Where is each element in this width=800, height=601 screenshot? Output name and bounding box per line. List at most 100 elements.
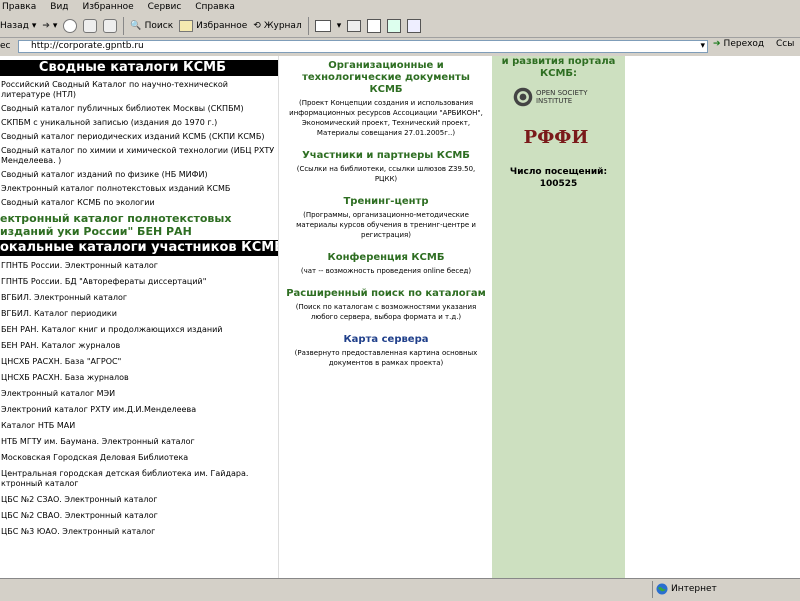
- favorites-icon: [179, 19, 194, 32]
- go-button-label: Переход: [723, 39, 765, 49]
- favorites-button[interactable]: Избранное: [179, 19, 248, 32]
- status-panel-divider: [652, 581, 653, 598]
- summary-catalog-link[interactable]: Сводный каталог периодических изданий КС…: [0, 132, 278, 142]
- section-documents: Организационные и технологические докуме…: [285, 60, 487, 138]
- local-catalog-link[interactable]: ЦНСХБ РАСХН. База "АГРОС": [0, 357, 278, 367]
- summary-catalog-link[interactable]: Сводный каталог изданий по физике (НБ МИ…: [0, 170, 278, 180]
- local-catalog-list: ГПНТБ России. Электронный каталог ГПНТБ …: [0, 261, 278, 537]
- home-icon[interactable]: [103, 18, 118, 33]
- history-button-label: Журнал: [263, 20, 302, 31]
- mail-icon[interactable]: [314, 19, 331, 32]
- url-text: http://corporate.gpntb.ru: [31, 41, 144, 51]
- menu-view[interactable]: Вид: [50, 2, 68, 12]
- middle-column: Организационные и технологические докуме…: [278, 56, 493, 578]
- section-participants: Участники и партнеры КСМБ (Ссылки на биб…: [285, 150, 487, 184]
- section-training: Тренинг-центр (Программы, организационно…: [285, 196, 487, 240]
- refresh-icon[interactable]: [83, 18, 98, 33]
- open-society-logo-text: OPEN SOCIETY INSTITUTE: [535, 89, 588, 105]
- local-catalog-link[interactable]: ВГБИЛ. Электронный каталог: [0, 293, 278, 303]
- go-arrow-icon: ➔: [713, 39, 721, 49]
- print-icon[interactable]: [347, 19, 362, 32]
- local-catalog-link[interactable]: ВГБИЛ. Каталог периодики: [0, 309, 278, 319]
- summary-catalog-link[interactable]: Электронный каталог полнотекстовых издан…: [0, 184, 278, 194]
- section-title-link[interactable]: Организационные и технологические докуме…: [285, 60, 487, 96]
- summary-catalog-link[interactable]: СКПБМ с уникальной записью (издания до 1…: [0, 118, 278, 128]
- section-description: (Поиск по каталогам с возможностями указ…: [295, 303, 477, 321]
- section-description: (Развернуто предоставленная картина осно…: [294, 349, 478, 367]
- chevron-down-icon[interactable]: ▾: [53, 21, 58, 31]
- menu-tools[interactable]: Сервис: [148, 2, 182, 12]
- local-catalog-link[interactable]: Московская Городская Деловая Библиотека: [0, 453, 278, 463]
- local-catalog-link[interactable]: ГПНТБ России. БД "Авторефераты диссертац…: [0, 277, 278, 287]
- chevron-down-icon[interactable]: ▾: [337, 21, 342, 31]
- right-column: и развития портала КСМБ: OPEN SOCIETY IN…: [492, 56, 625, 578]
- section-description: (Проект Концепции создания и использован…: [289, 99, 483, 137]
- menu-favorites[interactable]: Избранное: [83, 2, 134, 12]
- forward-arrow-icon: ➔: [42, 20, 50, 31]
- summary-catalog-link[interactable]: Сводный каталог КСМБ по экологии: [0, 198, 278, 208]
- visits-label: Число посещений:: [509, 167, 608, 177]
- address-input[interactable]: http://corporate.gpntb.ru ▾: [18, 40, 708, 53]
- search-button[interactable]: 🔍 Поиск: [130, 21, 173, 31]
- local-catalog-link[interactable]: Электроний каталог РХТУ им.Д.И.Менделеев…: [0, 405, 278, 415]
- history-button[interactable]: ⟲ Журнал: [253, 21, 301, 31]
- internet-zone: Интернет: [656, 583, 717, 595]
- menu-help[interactable]: Справка: [195, 2, 235, 12]
- local-catalogs-title: окальные каталоги участников КСМБ: [0, 240, 278, 255]
- ben-ran-fulltext-link[interactable]: ектронный каталог полнотекстовых изданий…: [0, 212, 278, 238]
- toolbar-divider: [307, 16, 309, 35]
- chevron-down-icon[interactable]: ▾: [32, 21, 37, 31]
- menu-edit[interactable]: Правка: [2, 2, 36, 12]
- summary-catalog-link[interactable]: Российский Сводный Каталог по научно-тех…: [0, 80, 278, 100]
- section-description: (Программы, организационно-методические …: [296, 211, 476, 239]
- favorites-button-label: Избранное: [196, 20, 248, 31]
- local-catalog-link[interactable]: ГПНТБ России. Электронный каталог: [0, 261, 278, 271]
- globe-icon: [656, 583, 668, 595]
- section-title-link[interactable]: Участники и партнеры КСМБ: [285, 150, 487, 162]
- local-catalog-link[interactable]: Каталог НТБ МАИ: [0, 421, 278, 431]
- toolbar-divider: [123, 16, 125, 35]
- stop-icon[interactable]: [63, 18, 78, 33]
- rffi-logo-text: РФФИ: [523, 126, 589, 148]
- menu-bar: Правка Вид Избранное Сервис Справка: [0, 0, 800, 14]
- visits-value: 100525: [539, 179, 578, 189]
- local-catalog-link[interactable]: БЕН РАН. Каталог журналов: [0, 341, 278, 351]
- section-title-link[interactable]: Карта сервера: [285, 334, 487, 346]
- local-catalog-link[interactable]: ЦБС №2 СЗАО. Электронный каталог: [0, 495, 278, 505]
- open-society-logo[interactable]: OPEN SOCIETY INSTITUTE: [512, 82, 612, 112]
- section-sitemap: Карта сервера (Развернуто предоставленна…: [285, 334, 487, 368]
- address-bar: ес http://corporate.gpntb.ru ▾ ➔ Переход…: [0, 38, 800, 56]
- local-catalog-link[interactable]: БЕН РАН. Каталог книг и продолжающихся и…: [0, 325, 278, 335]
- links-label[interactable]: Ссы: [776, 39, 794, 49]
- section-conference: Конференция КСМБ (чат -- возможность про…: [285, 252, 487, 276]
- local-catalog-link[interactable]: ЦБС №3 ЮАО. Электронный каталог: [0, 527, 278, 537]
- back-button[interactable]: Назад ▾: [0, 21, 36, 31]
- local-catalog-link[interactable]: НТБ МГТУ им. Баумана. Электронный катало…: [0, 437, 278, 447]
- summary-catalogs-title: Сводные каталоги КСМБ: [38, 60, 226, 75]
- local-catalog-link[interactable]: Центральная городская детская библиотека…: [0, 469, 278, 489]
- messenger-icon[interactable]: [407, 18, 422, 33]
- chevron-down-icon[interactable]: ▾: [700, 41, 705, 52]
- section-title-link[interactable]: Конференция КСМБ: [285, 252, 487, 264]
- summary-catalog-link[interactable]: Сводный каталог публичных библиотек Моск…: [0, 104, 278, 114]
- section-description: (Ссылки на библиотеки, ссылки шлюзов Z39…: [296, 165, 476, 183]
- search-icon: 🔍: [130, 20, 142, 31]
- section-title-link[interactable]: Расширенный поиск по каталогам: [285, 288, 487, 300]
- section-title-link[interactable]: Тренинг-центр: [285, 196, 487, 208]
- search-button-label: Поиск: [144, 20, 174, 31]
- summary-catalogs-header: Сводные каталоги КСМБ: [0, 60, 278, 76]
- section-description: (чат -- возможность проведения online бе…: [300, 267, 472, 275]
- empty-right-area: [625, 56, 800, 578]
- edit-icon[interactable]: [367, 18, 382, 33]
- local-catalog-link[interactable]: ЦНСХБ РАСХН. База журналов: [0, 373, 278, 383]
- go-button[interactable]: ➔ Переход: [713, 39, 764, 49]
- rffi-logo[interactable]: РФФИ: [524, 120, 589, 154]
- forward-button[interactable]: ➔ ▾: [42, 21, 57, 31]
- status-bar: Интернет: [0, 578, 800, 601]
- visits-counter: Число посещений: 100525: [492, 166, 625, 190]
- local-catalog-link[interactable]: Электронный каталог МЭИ: [0, 389, 278, 399]
- discuss-icon[interactable]: [387, 18, 402, 33]
- page-content: Сводные каталоги КСМБ Российский Сводный…: [0, 56, 800, 578]
- summary-catalog-link[interactable]: Сводный каталог по химии и химической те…: [0, 146, 278, 166]
- local-catalog-link[interactable]: ЦБС №2 СВАО. Электронный каталог: [0, 511, 278, 521]
